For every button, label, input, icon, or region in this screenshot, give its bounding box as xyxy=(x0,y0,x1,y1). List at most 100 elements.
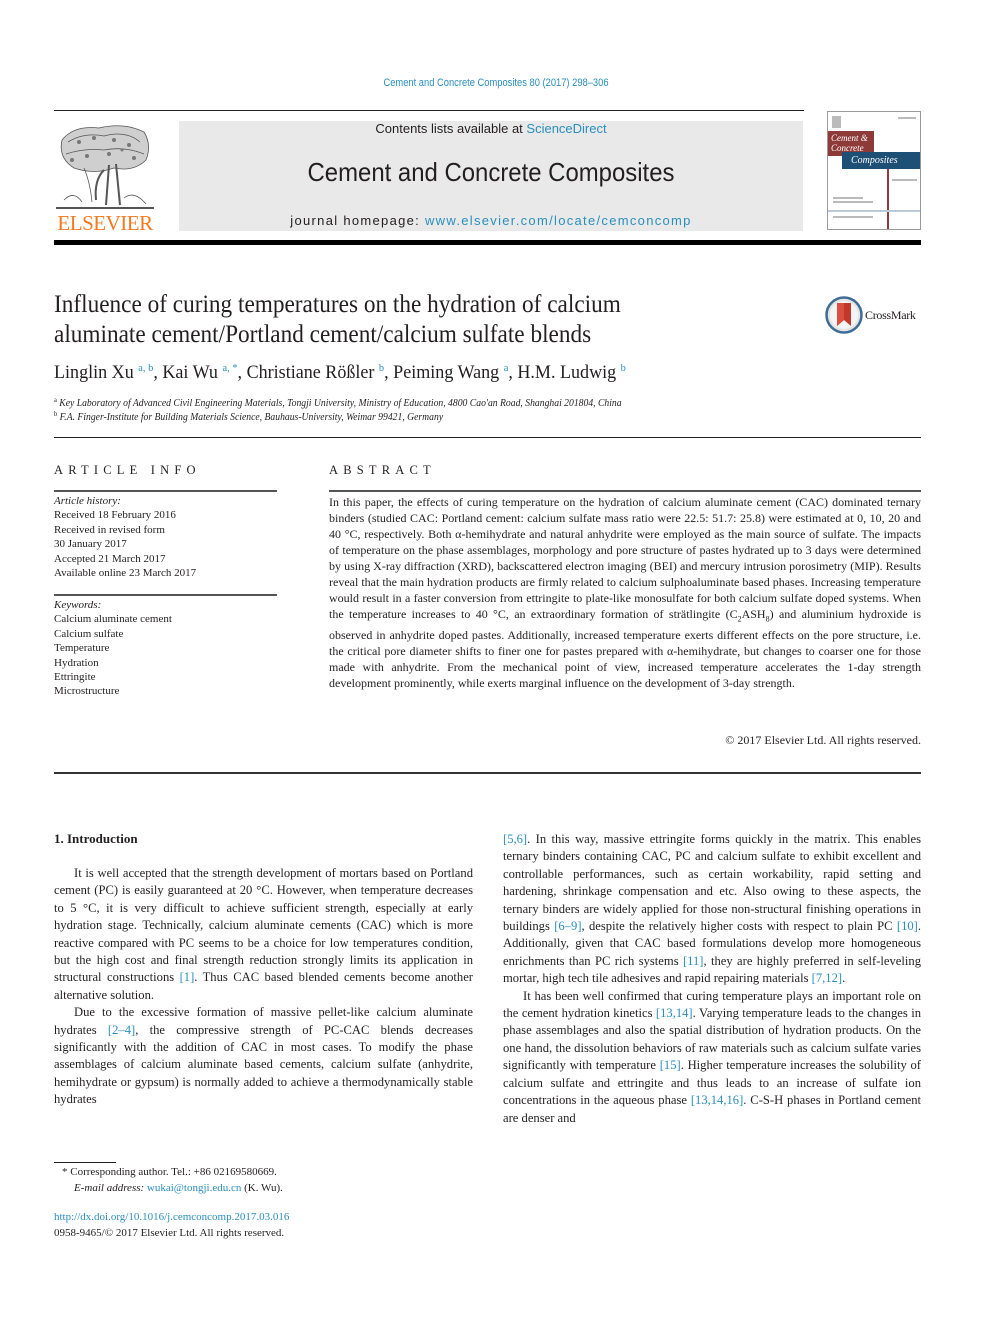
history-entry: Received in revised form xyxy=(54,523,165,536)
abstract-copyright: © 2017 Elsevier Ltd. All rights reserved… xyxy=(725,733,921,747)
article-info-divider xyxy=(54,490,277,492)
citation-reference-link[interactable]: [13,14] xyxy=(656,1006,693,1020)
citation-reference-link[interactable]: [6–9] xyxy=(554,919,581,933)
abstract-bottom-divider xyxy=(54,772,921,774)
article-title: Influence of curing temperatures on the … xyxy=(54,290,742,350)
article-history: Article history: Received 18 February 20… xyxy=(54,494,196,580)
cover-title-blue-block: Composites xyxy=(842,152,920,169)
elsevier-logo[interactable]: ELSEVIER xyxy=(54,120,156,235)
abstract-text: In this paper, the effects of curing tem… xyxy=(329,495,921,621)
citation-reference-link[interactable]: [2–4] xyxy=(108,1023,135,1037)
author-name[interactable]: Linglin Xu xyxy=(54,362,134,383)
footnote-divider xyxy=(54,1162,116,1163)
cover-logo-mark xyxy=(832,116,841,128)
keyword: Temperature xyxy=(54,642,110,655)
author-affiliation-sup[interactable]: a, b xyxy=(138,362,153,374)
body-paragraph: It is well accepted that the strength de… xyxy=(54,865,473,1004)
author-name[interactable]: H.M. Ludwig xyxy=(517,362,616,383)
keyword: Calcium aluminate cement xyxy=(54,613,172,626)
keywords-list: Keywords: Calcium aluminate cement Calci… xyxy=(54,598,172,699)
cover-horizontal-line xyxy=(828,210,920,212)
abstract-divider xyxy=(329,490,921,492)
affiliation-key: a xyxy=(54,396,57,404)
citation-reference-link[interactable]: [7,12] xyxy=(812,971,842,985)
doi-link[interactable]: http://dx.doi.org/10.1016/j.cemconcomp.2… xyxy=(54,1211,289,1223)
journal-masthead: Contents lists available at ScienceDirec… xyxy=(179,121,803,231)
top-divider xyxy=(54,110,804,111)
citation-reference-link[interactable]: [10] xyxy=(897,919,918,933)
author-name[interactable]: Christiane Rößler xyxy=(247,362,375,383)
history-entry: Accepted 21 March 2017 xyxy=(54,552,166,565)
abstract-body: In this paper, the effects of curing tem… xyxy=(329,494,921,691)
author-separator: , xyxy=(384,362,394,383)
keyword: Microstructure xyxy=(54,685,120,698)
article-title-line: aluminate cement/Portland cement/calcium… xyxy=(54,321,592,348)
affiliation-b: b F.A. Finger-Institute for Building Mat… xyxy=(54,410,443,423)
doi-block: http://dx.doi.org/10.1016/j.cemconcomp.2… xyxy=(54,1210,289,1241)
journal-homepage-line: journal homepage: www.elsevier.com/locat… xyxy=(179,213,803,228)
citation-reference-link[interactable]: [13,14,16] xyxy=(691,1093,743,1107)
cover-text-mark xyxy=(833,197,863,199)
abstract-text: ASH xyxy=(741,607,766,621)
author-separator: , xyxy=(153,362,163,383)
cover-text-mark xyxy=(892,179,917,181)
footnote-text: Corresponding author. Tel.: +86 02169580… xyxy=(67,1166,277,1178)
journal-cover-thumbnail[interactable]: Cement & Concrete Composites xyxy=(827,111,921,230)
history-entry: Received 18 February 2016 xyxy=(54,509,176,522)
author-separator: , xyxy=(508,362,518,383)
section-heading-introduction: 1. Introduction xyxy=(54,831,138,846)
journal-homepage-link[interactable]: www.elsevier.com/locate/cemconcomp xyxy=(425,213,692,228)
email-link[interactable]: wukai@tongji.edu.cn xyxy=(147,1182,241,1194)
title-block-divider xyxy=(54,437,921,438)
body-column-left: It is well accepted that the strength de… xyxy=(54,865,473,1109)
affiliation-text: F.A. Finger-Institute for Building Mater… xyxy=(59,412,444,423)
history-entry: Available online 23 March 2017 xyxy=(54,567,197,580)
affiliation-text: Key Laboratory of Advanced Civil Enginee… xyxy=(59,398,622,409)
author-name[interactable]: Kai Wu xyxy=(162,362,218,383)
contents-prefix: Contents lists available at xyxy=(375,121,527,136)
body-column-right: [5,6]. In this way, massive ettringite f… xyxy=(503,831,921,1127)
paragraph-text: . In this way, massive ettringite forms … xyxy=(503,832,921,934)
contents-available-line: Contents lists available at ScienceDirec… xyxy=(179,121,803,136)
cover-title-line1: Cement & xyxy=(831,133,868,143)
author-name[interactable]: Peiming Wang xyxy=(393,362,499,383)
article-title-line: Influence of curing temperatures on the … xyxy=(54,291,621,318)
history-entry: 30 January 2017 xyxy=(54,538,127,551)
journal-title: Cement and Concrete Composites xyxy=(307,157,675,187)
elsevier-wordmark: ELSEVIER xyxy=(57,211,153,235)
author-separator: , xyxy=(237,362,247,383)
email-label: E-mail address: xyxy=(74,1181,147,1194)
abstract-heading: ABSTRACT xyxy=(329,463,436,477)
paragraph-text: , despite the relatively higher costs wi… xyxy=(581,919,897,934)
body-paragraph: [5,6]. In this way, massive ettringite f… xyxy=(503,831,921,988)
cover-vertical-line xyxy=(887,169,889,229)
affiliation-key: b xyxy=(54,410,58,418)
corresponding-author-footnote: * Corresponding author. Tel.: +86 021695… xyxy=(62,1165,283,1196)
article-history-label: Article history: xyxy=(54,495,121,507)
citation-reference-link[interactable]: [11] xyxy=(683,954,704,968)
keyword: Calcium sulfate xyxy=(54,627,124,640)
keyword: Hydration xyxy=(54,656,99,669)
citation-reference-link[interactable]: [5,6] xyxy=(503,832,527,846)
cover-text-mark xyxy=(833,201,873,203)
author-affiliation-sup[interactable]: a, * xyxy=(222,362,237,374)
elsevier-tree-icon xyxy=(56,125,154,209)
crossmark-label: CrossMark xyxy=(865,308,916,322)
header-thick-divider xyxy=(54,240,921,245)
sciencedirect-link[interactable]: ScienceDirect xyxy=(526,121,606,136)
paragraph-text: It is well accepted that the strength de… xyxy=(54,866,473,985)
article-info-heading: ARTICLE INFO xyxy=(54,463,201,477)
body-paragraph: Due to the excessive formation of massiv… xyxy=(54,1004,473,1108)
email-suffix: (K. Wu). xyxy=(241,1181,283,1194)
keywords-label: Keywords: xyxy=(54,599,102,611)
journal-citation-link[interactable]: Cement and Concrete Composites 80 (2017)… xyxy=(74,77,917,89)
footnote-corresponding: * Corresponding author. Tel.: +86 021695… xyxy=(62,1165,283,1181)
homepage-prefix: journal homepage: xyxy=(290,213,425,228)
crossmark-button[interactable]: CrossMark xyxy=(825,296,925,334)
citation-reference-link[interactable]: [1] xyxy=(180,970,195,984)
author-affiliation-sup[interactable]: b xyxy=(621,362,626,374)
keyword: Ettringite xyxy=(54,671,96,684)
affiliation-a: a Key Laboratory of Advanced Civil Engin… xyxy=(54,396,622,409)
author-list: Linglin Xu a, b, Kai Wu a, *, Christiane… xyxy=(54,362,626,384)
citation-reference-link[interactable]: [15] xyxy=(660,1058,681,1072)
